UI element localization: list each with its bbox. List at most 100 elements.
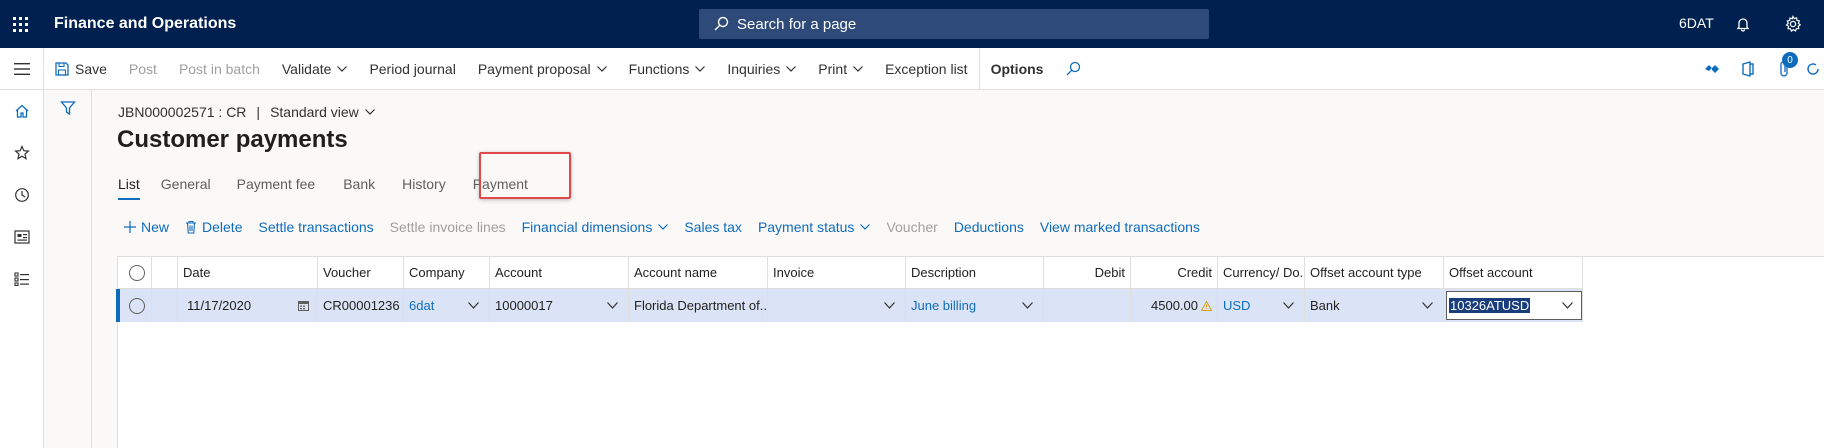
- tab-payment-fee[interactable]: Payment fee: [237, 172, 316, 196]
- gear-icon[interactable]: [1781, 12, 1805, 36]
- description-value[interactable]: June billing: [911, 298, 976, 313]
- options-tab[interactable]: Options: [980, 48, 1055, 90]
- financial-dimensions-menu[interactable]: Financial dimensions: [514, 219, 677, 235]
- view-selector[interactable]: Standard view: [270, 104, 375, 120]
- payment-proposal-menu[interactable]: Payment proposal: [467, 48, 618, 90]
- chevron-down-icon[interactable]: [468, 301, 479, 309]
- page-search-box[interactable]: Search for a page: [699, 9, 1209, 39]
- offset-account-value: 10326ATUSD: [1449, 298, 1531, 313]
- column-header-description[interactable]: Description: [906, 257, 1044, 288]
- payment-status-menu[interactable]: Payment status: [750, 219, 879, 235]
- chevron-down-icon: [364, 109, 375, 115]
- inquiries-menu[interactable]: Inquiries: [716, 48, 807, 90]
- new-button[interactable]: New: [116, 219, 177, 235]
- validate-menu[interactable]: Validate: [271, 48, 359, 90]
- exception-list-button[interactable]: Exception list: [874, 48, 978, 90]
- deductions-button[interactable]: Deductions: [946, 219, 1032, 235]
- chevron-down-icon[interactable]: [607, 301, 618, 309]
- tab-general[interactable]: General: [161, 172, 211, 196]
- column-header-currency[interactable]: Currency/ Do...: [1218, 257, 1305, 288]
- table-row[interactable]: 11/17/2020 CR00001236 6dat 10000017 Flor…: [116, 289, 1583, 322]
- delete-button[interactable]: Delete: [177, 219, 250, 235]
- description-cell[interactable]: June billing: [906, 289, 1044, 322]
- chevron-down-icon[interactable]: [1283, 301, 1294, 309]
- chevron-down-icon[interactable]: [1562, 301, 1573, 309]
- recent-clock-icon[interactable]: [0, 174, 44, 216]
- attachments-icon[interactable]: 0: [1766, 48, 1802, 90]
- chevron-down-icon: [860, 224, 871, 230]
- offset-account-cell[interactable]: 10326ATUSD: [1444, 289, 1583, 322]
- column-header-invoice[interactable]: Invoice: [768, 257, 906, 288]
- debit-cell[interactable]: [1044, 289, 1131, 322]
- refresh-icon[interactable]: [1802, 48, 1824, 90]
- select-all-radio[interactable]: [118, 257, 152, 288]
- invoice-cell[interactable]: [768, 289, 906, 322]
- workspaces-icon[interactable]: [0, 216, 44, 258]
- offset-account-type-cell[interactable]: Bank: [1305, 289, 1444, 322]
- column-header-credit[interactable]: Credit: [1131, 257, 1218, 288]
- company-value[interactable]: 6dat: [409, 298, 434, 313]
- voucher-cell[interactable]: CR00001236: [318, 289, 404, 322]
- date-value: 11/17/2020: [187, 298, 252, 313]
- column-header-account-name[interactable]: Account name: [629, 257, 768, 288]
- bell-icon[interactable]: [1731, 12, 1755, 36]
- chevron-down-icon[interactable]: [884, 301, 895, 309]
- column-header-voucher[interactable]: Voucher: [318, 257, 404, 288]
- settle-invoice-lines-button[interactable]: Settle invoice lines: [382, 219, 514, 235]
- chevron-down-icon: [596, 65, 607, 72]
- currency-cell[interactable]: USD: [1218, 289, 1305, 322]
- hamburger-menu-icon[interactable]: [0, 47, 44, 90]
- settle-transactions-button[interactable]: Settle transactions: [250, 219, 381, 235]
- offset-account-input[interactable]: 10326ATUSD: [1446, 291, 1582, 320]
- account-cell[interactable]: 10000017: [490, 289, 629, 322]
- company-cell[interactable]: 6dat: [404, 289, 490, 322]
- tab-history[interactable]: History: [402, 172, 446, 196]
- save-button[interactable]: Save: [44, 48, 118, 90]
- office-icon[interactable]: [1730, 48, 1766, 90]
- chevron-down-icon: [337, 65, 348, 72]
- column-header-date[interactable]: Date: [178, 257, 318, 288]
- calendar-icon[interactable]: [298, 300, 309, 311]
- credit-cell[interactable]: 4500.00: [1131, 289, 1218, 322]
- grid-action-bar: New Delete Settle transactions Settle in…: [116, 214, 1208, 240]
- modules-list-icon[interactable]: [0, 258, 44, 300]
- column-header-offset-account-type[interactable]: Offset account type: [1305, 257, 1444, 288]
- app-title[interactable]: Finance and Operations: [54, 15, 236, 33]
- app-launcher-icon[interactable]: [0, 0, 40, 48]
- view-marked-transactions-button[interactable]: View marked transactions: [1032, 219, 1208, 235]
- functions-menu[interactable]: Functions: [618, 48, 717, 90]
- grid-header-row: Date Voucher Company Account Account nam…: [118, 257, 1583, 289]
- offset-account-type-value: Bank: [1310, 298, 1340, 313]
- action-search-icon[interactable]: [1054, 48, 1092, 90]
- voucher-button[interactable]: Voucher: [878, 219, 945, 235]
- chevron-down-icon[interactable]: [1422, 301, 1433, 309]
- account-name-cell[interactable]: Florida Department of...: [629, 289, 768, 322]
- column-header-offset-account[interactable]: Offset account: [1444, 257, 1583, 288]
- main-content: JBN000002571 : CR | Standard view Custom…: [92, 90, 1824, 448]
- validate-label: Validate: [281, 60, 332, 77]
- tab-list[interactable]: List: [118, 172, 140, 200]
- tab-bank[interactable]: Bank: [343, 172, 375, 196]
- column-header-company[interactable]: Company: [404, 257, 490, 288]
- column-header-account[interactable]: Account: [490, 257, 629, 288]
- breadcrumb-separator: |: [256, 104, 261, 120]
- company-picker[interactable]: 6DAT: [1679, 15, 1714, 31]
- home-icon[interactable]: [0, 90, 44, 132]
- chevron-down-icon: [853, 65, 864, 72]
- filter-icon[interactable]: [44, 90, 92, 126]
- column-header-debit[interactable]: Debit: [1044, 257, 1131, 288]
- power-apps-icon[interactable]: [1694, 48, 1730, 90]
- chevron-down-icon[interactable]: [1022, 301, 1033, 309]
- date-cell[interactable]: 11/17/2020: [178, 289, 318, 322]
- row-select-radio[interactable]: [118, 289, 152, 322]
- attachments-count-badge: 0: [1782, 52, 1798, 68]
- post-button[interactable]: Post: [118, 48, 168, 90]
- favorites-star-icon[interactable]: [0, 132, 44, 174]
- save-icon: [55, 61, 69, 76]
- post-in-batch-button[interactable]: Post in batch: [168, 48, 271, 90]
- sales-tax-button[interactable]: Sales tax: [676, 219, 750, 235]
- currency-value[interactable]: USD: [1223, 298, 1250, 313]
- print-menu[interactable]: Print: [807, 48, 874, 90]
- action-pane-right-tools: 0: [1694, 48, 1824, 90]
- period-journal-button[interactable]: Period journal: [358, 48, 466, 90]
